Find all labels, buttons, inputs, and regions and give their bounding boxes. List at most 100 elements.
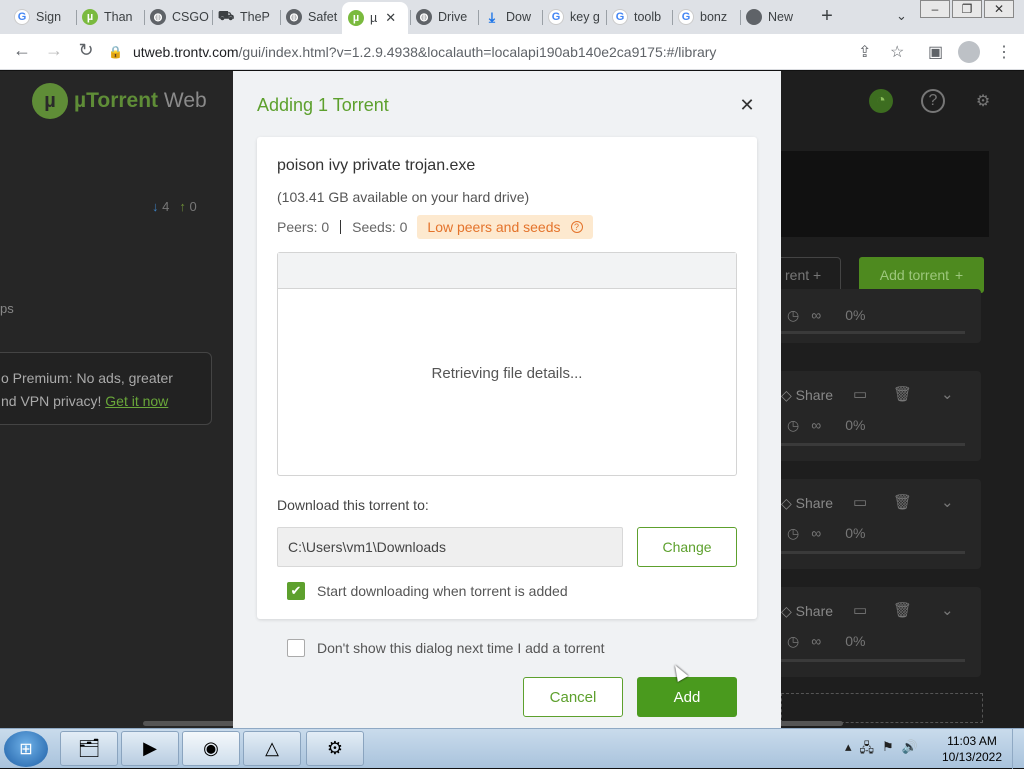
- tab-toolbar[interactable]: G toolb: [606, 3, 668, 31]
- help-icon[interactable]: ?: [921, 89, 945, 113]
- change-location-button[interactable]: Change: [637, 527, 737, 567]
- download-path-input[interactable]: [277, 527, 623, 567]
- new-tab-icon[interactable]: +: [816, 5, 838, 28]
- tab-bonzi[interactable]: G bonz: [672, 3, 738, 31]
- infinity-icon: ∞: [811, 633, 822, 649]
- trash-icon[interactable]: 🗑: [893, 601, 912, 619]
- system-clock[interactable]: 11:03 AM 10/13/2022: [940, 733, 1004, 765]
- show-desktop-button[interactable]: [1012, 729, 1024, 769]
- tab-label: bonz: [700, 10, 728, 24]
- settings-gear-taskbar-icon[interactable]: ⚙: [306, 731, 364, 766]
- speed-icon[interactable]: ◔: [869, 89, 893, 113]
- cancel-button[interactable]: Cancel: [523, 677, 623, 717]
- gear-icon[interactable]: ⚙: [971, 89, 995, 113]
- torrent-row[interactable]: ◇ Share ▭ 🗑 ⌄ ◷ ∞ 0%: [781, 371, 981, 461]
- trash-icon[interactable]: 🗑: [893, 493, 912, 511]
- sidepanel-icon[interactable]: ▣: [928, 42, 943, 62]
- share-label[interactable]: Share: [796, 495, 833, 511]
- clock-icon: ◷: [787, 307, 800, 323]
- download-count: 4: [162, 199, 170, 214]
- share-label[interactable]: Share: [796, 387, 833, 403]
- profile-avatar[interactable]: [958, 41, 980, 63]
- network-icon[interactable]: 🖧: [860, 739, 875, 761]
- folder-icon[interactable]: ▭: [853, 601, 867, 619]
- explorer-taskbar-icon[interactable]: 🗂: [60, 731, 118, 766]
- download-location-label: Download this torrent to:: [277, 497, 429, 513]
- torrent-progress: 0%: [845, 633, 866, 649]
- warning-text: Low peers and seeds: [427, 219, 561, 235]
- chevron-down-icon[interactable]: ⌄: [941, 493, 954, 511]
- torrent-row[interactable]: ◇ Share ▭ 🗑 ⌄ ◷ ∞ 0%: [781, 587, 981, 677]
- checkbox-checked[interactable]: ✔: [287, 582, 305, 600]
- utorrent-icon: µ: [82, 9, 98, 25]
- tab-thep[interactable]: ⛟ TheP: [212, 3, 278, 31]
- torrent-progress: 0%: [845, 525, 866, 541]
- drop-zone[interactable]: [781, 693, 983, 723]
- tab-label: key g: [570, 10, 600, 24]
- tab-keyg[interactable]: G key g: [542, 3, 604, 31]
- tab-label: Dow: [506, 10, 532, 24]
- chevron-down-icon[interactable]: ⌄: [941, 385, 954, 403]
- progress-bar: [781, 551, 965, 554]
- help-circle-icon[interactable]: ?: [570, 221, 583, 233]
- media-player-taskbar-icon[interactable]: ▶: [121, 731, 179, 766]
- restore-icon[interactable]: ❐: [952, 0, 982, 18]
- share-icon[interactable]: ◇: [781, 603, 792, 619]
- installer-taskbar-icon[interactable]: △: [243, 731, 301, 766]
- chevron-down-icon[interactable]: ⌄: [941, 601, 954, 619]
- checkbox-unchecked[interactable]: [287, 639, 305, 657]
- windows-taskbar: ⊞ 🗂 ▶ ◉ △ ⚙ ▴ 🖧 ⚑ 🔊 11:03 AM 10/13/2022: [0, 728, 1024, 769]
- tab-than[interactable]: µ Than: [76, 3, 142, 31]
- add-button[interactable]: Add: [637, 677, 737, 717]
- tray-expand-icon[interactable]: ▴: [845, 739, 852, 761]
- folder-icon[interactable]: ▭: [853, 493, 867, 511]
- upload-count: 0: [189, 199, 197, 214]
- remove-torrent-button[interactable]: rent +: [781, 257, 841, 293]
- add-torrent-button[interactable]: Add torrent +: [859, 257, 984, 293]
- share-icon[interactable]: ◇: [781, 387, 792, 403]
- close-window-icon[interactable]: ✕: [984, 0, 1014, 18]
- share-label[interactable]: Share: [796, 603, 833, 619]
- progress-bar: [781, 659, 965, 662]
- minimize-icon[interactable]: –: [920, 0, 950, 18]
- tab-drive[interactable]: ◍ Drive: [410, 3, 476, 31]
- chrome-taskbar-icon[interactable]: ◉: [182, 731, 240, 766]
- chevron-down-icon[interactable]: ⌄: [896, 8, 907, 24]
- dont-show-label: Don't show this dialog next time I add a…: [317, 640, 605, 656]
- peer-seed-info: Peers: 0 Seeds: 0 Low peers and seeds ?: [277, 215, 593, 239]
- tab-new[interactable]: New: [740, 3, 802, 31]
- file-list: Retrieving file details...: [277, 252, 737, 476]
- windows-start-button[interactable]: ⊞: [4, 731, 48, 767]
- back-icon[interactable]: ←: [10, 40, 34, 61]
- reload-icon[interactable]: ↻: [74, 40, 98, 61]
- forward-icon[interactable]: →: [42, 40, 66, 61]
- volume-icon[interactable]: 🔊: [902, 739, 918, 761]
- file-list-header: [278, 253, 736, 289]
- tab-sign[interactable]: G Sign: [8, 3, 74, 31]
- tab-utorrent-active[interactable]: µ µ ✕: [342, 2, 408, 34]
- add-torrent-label: Add torrent: [879, 267, 950, 283]
- folder-icon[interactable]: ▭: [853, 385, 867, 403]
- url-field[interactable]: 🔒 utweb.trontv.com/gui/index.html?v=1.2.…: [108, 38, 908, 66]
- tab-safety[interactable]: ◍ Safet: [280, 3, 342, 31]
- share-icon[interactable]: ⇪: [858, 42, 871, 62]
- share-icon[interactable]: ◇: [781, 495, 792, 511]
- google-icon: G: [548, 9, 564, 25]
- get-it-now-link[interactable]: Get it now: [105, 393, 168, 409]
- bookmark-star-icon[interactable]: ☆: [890, 42, 904, 62]
- menu-kebab-icon[interactable]: ⋮: [996, 42, 1012, 62]
- torrent-progress: 0%: [845, 417, 866, 433]
- tab-csgo[interactable]: ◍ CSGO: [144, 3, 210, 31]
- lock-icon[interactable]: 🔒: [108, 45, 123, 59]
- dont-show-dialog-option[interactable]: Don't show this dialog next time I add a…: [287, 639, 605, 657]
- available-space: (103.41 GB available on your hard drive): [277, 189, 530, 205]
- tab-downloads[interactable]: ⤓ Dow: [478, 3, 540, 31]
- torrent-row[interactable]: ◇ Share ▭ 🗑 ⌄ ◷ ∞ 0%: [781, 479, 981, 569]
- close-icon[interactable]: ✕: [385, 10, 396, 26]
- start-downloading-option[interactable]: ✔ Start downloading when torrent is adde…: [287, 582, 568, 600]
- torrent-row[interactable]: ◷ ∞ 0%: [781, 289, 981, 343]
- close-icon[interactable]: ✕: [737, 95, 757, 116]
- trash-icon[interactable]: 🗑: [893, 385, 912, 403]
- action-center-icon[interactable]: ⚑: [882, 739, 894, 761]
- window-controls: – ❐ ✕: [918, 0, 1014, 18]
